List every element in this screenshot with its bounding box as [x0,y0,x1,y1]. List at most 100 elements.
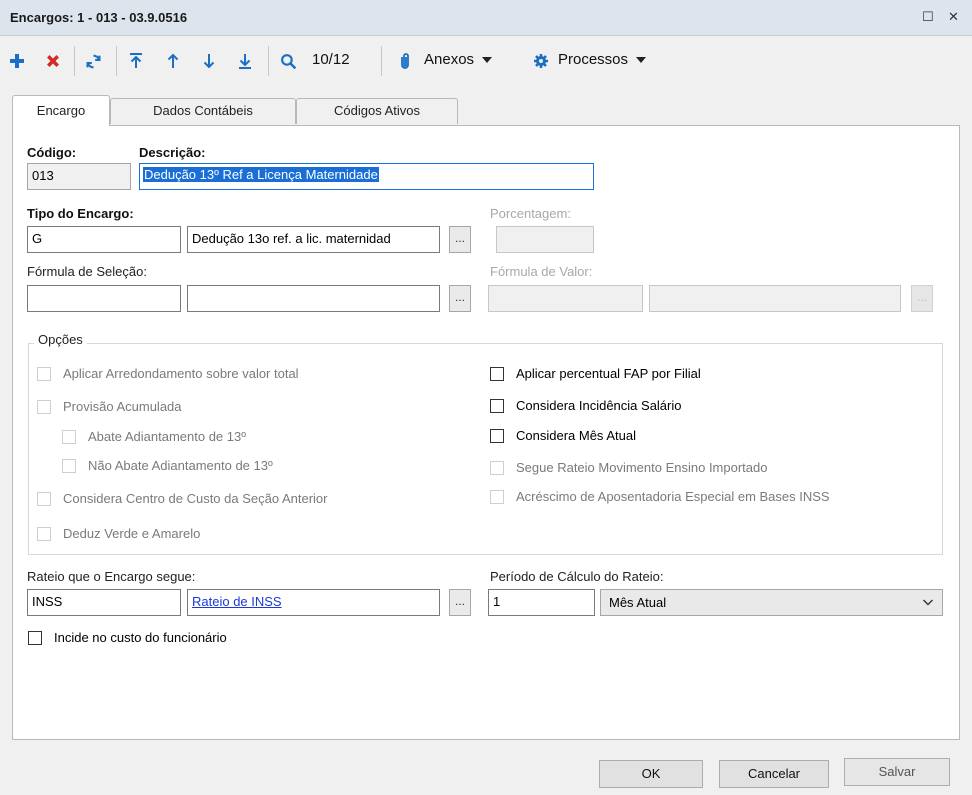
tipo-encargo-lookup-button[interactable]: ... [449,226,471,253]
checkbox-box [37,399,51,414]
chevron-down-icon [922,596,934,611]
checkbox-mes-atual[interactable]: Considera Mês Atual [490,428,636,443]
checkbox-label: Considera Incidência Salário [516,398,682,413]
rateio-description-field[interactable]: Rateio de INSS [187,589,440,616]
descricao-field[interactable]: Dedução 13º Ref a Licença Maternidade [139,163,594,190]
checkbox-nao-abate-adiantamento[interactable]: Não Abate Adiantamento de 13º [62,458,273,473]
rateio-lookup-button[interactable]: ... [449,589,471,616]
chevron-down-icon [636,57,647,64]
record-position: 10/12 [312,51,350,68]
checkbox-box [490,398,504,413]
formula-valor-code-field[interactable] [488,285,643,312]
add-icon[interactable] [6,49,28,73]
checkbox-label: Abate Adiantamento de 13º [88,429,246,444]
processes-label: Processos [558,51,629,68]
periodo-select-value: Mês Atual [609,595,667,610]
attachments-menu[interactable]: Anexos [424,51,493,68]
tipo-encargo-description-field[interactable]: Dedução 13o ref. a lic. maternidad [187,226,440,253]
delete-icon[interactable] [42,49,64,73]
checkbox-box [62,429,76,444]
checkbox-incide-custo-funcionario[interactable]: Incide no custo do funcionário [28,630,227,645]
checkbox-box [490,366,504,381]
toolbar-separator [74,46,75,76]
checkbox-abate-adiantamento[interactable]: Abate Adiantamento de 13º [62,429,246,444]
tab-dados-contabeis[interactable]: Dados Contábeis [110,98,296,124]
tab-encargo[interactable]: Encargo [12,95,110,126]
checkbox-incidencia-salario[interactable]: Considera Incidência Salário [490,398,681,413]
checkbox-label: Considera Centro de Custo da Seção Anter… [63,491,328,506]
rateio-link[interactable]: Rateio de INSS [192,594,282,609]
checkbox-box [490,460,504,475]
formula-selecao-description-field[interactable] [187,285,440,312]
rateio-code-field[interactable]: INSS [27,589,181,616]
attachments-label: Anexos [424,51,475,68]
formula-valor-description-field[interactable] [649,285,901,312]
refresh-icon[interactable] [82,49,104,73]
checkbox-box [37,366,51,381]
checkbox-centro-custo-secao-anterior[interactable]: Considera Centro de Custo da Seção Anter… [37,491,328,506]
formula-valor-label: Fórmula de Valor: [490,264,593,279]
close-icon[interactable]: ✕ [948,9,959,25]
window-title: Encargos: 1 - 013 - 03.9.0516 [10,10,188,25]
checkbox-box [490,489,504,504]
periodo-select[interactable]: Mês Atual [600,589,943,616]
checkbox-deduz-verde-amarelo[interactable]: Deduz Verde e Amarelo [37,526,200,541]
checkbox-provisao-acumulada[interactable]: Provisão Acumulada [37,399,182,414]
save-button[interactable]: Salvar [844,758,950,786]
checkbox-box [28,630,42,645]
porcentagem-label: Porcentagem: [490,206,571,221]
descricao-value: Dedução 13º Ref a Licença Maternidade [143,167,379,182]
checkbox-fap-por-filial[interactable]: Aplicar percentual FAP por Filial [490,366,701,381]
search-icon[interactable] [277,49,299,73]
formula-selecao-label: Fórmula de Seleção: [27,264,147,279]
tab-codigos-ativos[interactable]: Códigos Ativos [296,98,458,124]
checkbox-label: Segue Rateio Movimento Ensino Importado [516,460,768,475]
tab-label: Encargo [36,103,86,118]
periodo-label: Período de Cálculo do Rateio: [490,569,664,584]
last-record-icon[interactable] [234,49,256,73]
next-record-icon[interactable] [198,49,220,73]
checkbox-label: Aplicar percentual FAP por Filial [516,366,701,381]
opcoes-title: Opções [34,332,87,347]
processes-menu[interactable]: Processos [558,51,647,68]
codigo-label: Código: [27,145,77,160]
tab-label: Dados Contábeis [153,103,253,118]
tab-label: Códigos Ativos [334,103,420,118]
tipo-encargo-code-field[interactable]: G [27,226,181,253]
checkbox-rateio-ensino-importado[interactable]: Segue Rateio Movimento Ensino Importado [490,460,767,475]
checkbox-label: Deduz Verde e Amarelo [63,526,201,541]
checkbox-box [62,458,76,473]
previous-record-icon[interactable] [162,49,184,73]
toolbar-separator [116,46,117,76]
checkbox-label: Acréscimo de Aposentadoria Especial em B… [516,489,830,504]
checkbox-label: Considera Mês Atual [516,428,636,443]
toolbar-separator [268,46,269,76]
checkbox-label: Aplicar Arredondamento sobre valor total [63,366,299,381]
descricao-label: Descrição: [139,145,206,160]
periodo-field[interactable]: 1 [488,589,595,616]
toolbar: 10/12 Anexos Processos [0,37,972,87]
checkbox-box [490,428,504,443]
codigo-field[interactable]: 013 [27,163,131,190]
title-bar: Encargos: 1 - 013 - 03.9.0516 ☐ ✕ [0,0,972,36]
checkbox-box [37,491,51,506]
checkbox-aposentadoria-especial[interactable]: Acréscimo de Aposentadoria Especial em B… [490,489,830,504]
chevron-down-icon [482,57,493,64]
formula-selecao-code-field[interactable] [27,285,181,312]
checkbox-label: Incide no custo do funcionário [54,630,227,645]
checkbox-label: Não Abate Adiantamento de 13º [88,458,273,473]
first-record-icon[interactable] [125,49,147,73]
ok-button[interactable]: OK [599,760,703,788]
tipo-encargo-label: Tipo do Encargo: [27,206,134,221]
maximize-icon[interactable]: ☐ [922,9,934,25]
rateio-label: Rateio que o Encargo segue: [27,569,196,584]
checkbox-box [37,526,51,541]
checkbox-aplicar-arredondamento[interactable]: Aplicar Arredondamento sobre valor total [37,366,299,381]
checkbox-label: Provisão Acumulada [63,399,182,414]
formula-valor-lookup-button[interactable]: ... [911,285,933,312]
porcentagem-field[interactable] [496,226,594,253]
cancel-button[interactable]: Cancelar [719,760,829,788]
paperclip-icon[interactable] [397,49,413,73]
gear-icon[interactable] [531,49,551,73]
formula-selecao-lookup-button[interactable]: ... [449,285,471,312]
